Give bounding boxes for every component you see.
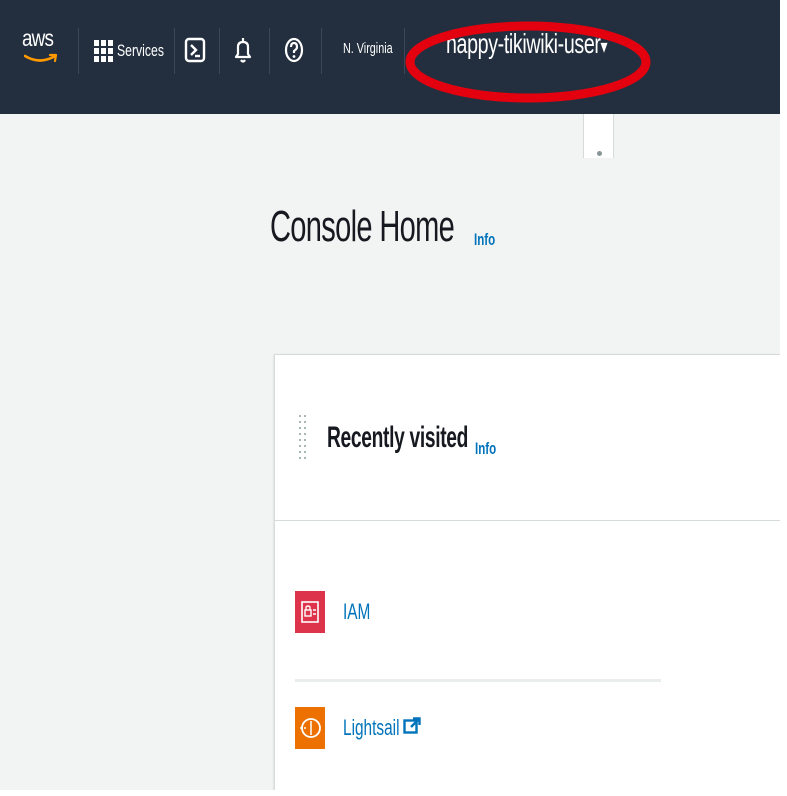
services-menu-button[interactable]: Services	[94, 36, 182, 66]
drag-handle-icon[interactable]	[299, 415, 309, 461]
services-grid-icon	[94, 40, 113, 62]
chevron-down-icon: ▾	[600, 36, 608, 58]
panel-toggle-tab[interactable]	[583, 114, 614, 158]
region-selector[interactable]: N. Virginia	[343, 40, 393, 57]
lightsail-icon	[295, 707, 325, 749]
top-navigation: aws Services N. Virginia happy-tikiwiki-…	[0, 0, 780, 114]
page-title: Console Home	[270, 202, 455, 251]
nav-divider	[174, 28, 175, 74]
nav-divider	[404, 28, 405, 74]
account-name: happy-tikiwiki-user	[446, 28, 601, 59]
list-divider	[295, 679, 661, 682]
account-menu-button[interactable]: happy-tikiwiki-user▾	[446, 28, 608, 60]
console-page: aws Services N. Virginia happy-tikiwiki-…	[0, 0, 780, 790]
toggle-dot-icon	[597, 151, 602, 156]
aws-smile-icon	[24, 53, 58, 63]
nav-divider	[78, 28, 79, 74]
nav-divider	[321, 28, 322, 74]
widget-header: Recently visited Info	[275, 355, 780, 521]
page-header: Console Home Info	[270, 202, 549, 252]
nav-divider	[219, 28, 220, 74]
widget-info-link[interactable]: Info	[475, 439, 496, 459]
cloudshell-icon[interactable]	[184, 36, 206, 64]
widget-title: Recently visited	[327, 421, 469, 454]
aws-logo[interactable]: aws	[22, 26, 64, 76]
help-icon[interactable]	[284, 36, 304, 64]
service-link-iam[interactable]: IAM	[343, 599, 370, 625]
iam-icon	[295, 591, 325, 633]
aws-logo-text: aws	[22, 25, 54, 51]
nav-divider	[269, 28, 270, 74]
services-label: Services	[117, 41, 164, 60]
external-link-icon[interactable]	[403, 717, 421, 735]
recently-visited-widget: Recently visited Info IAM Lightsail	[274, 354, 780, 790]
service-link-lightsail[interactable]: Lightsail	[343, 715, 400, 741]
page-info-link[interactable]: Info	[474, 230, 495, 250]
notifications-bell-icon[interactable]	[234, 34, 252, 66]
